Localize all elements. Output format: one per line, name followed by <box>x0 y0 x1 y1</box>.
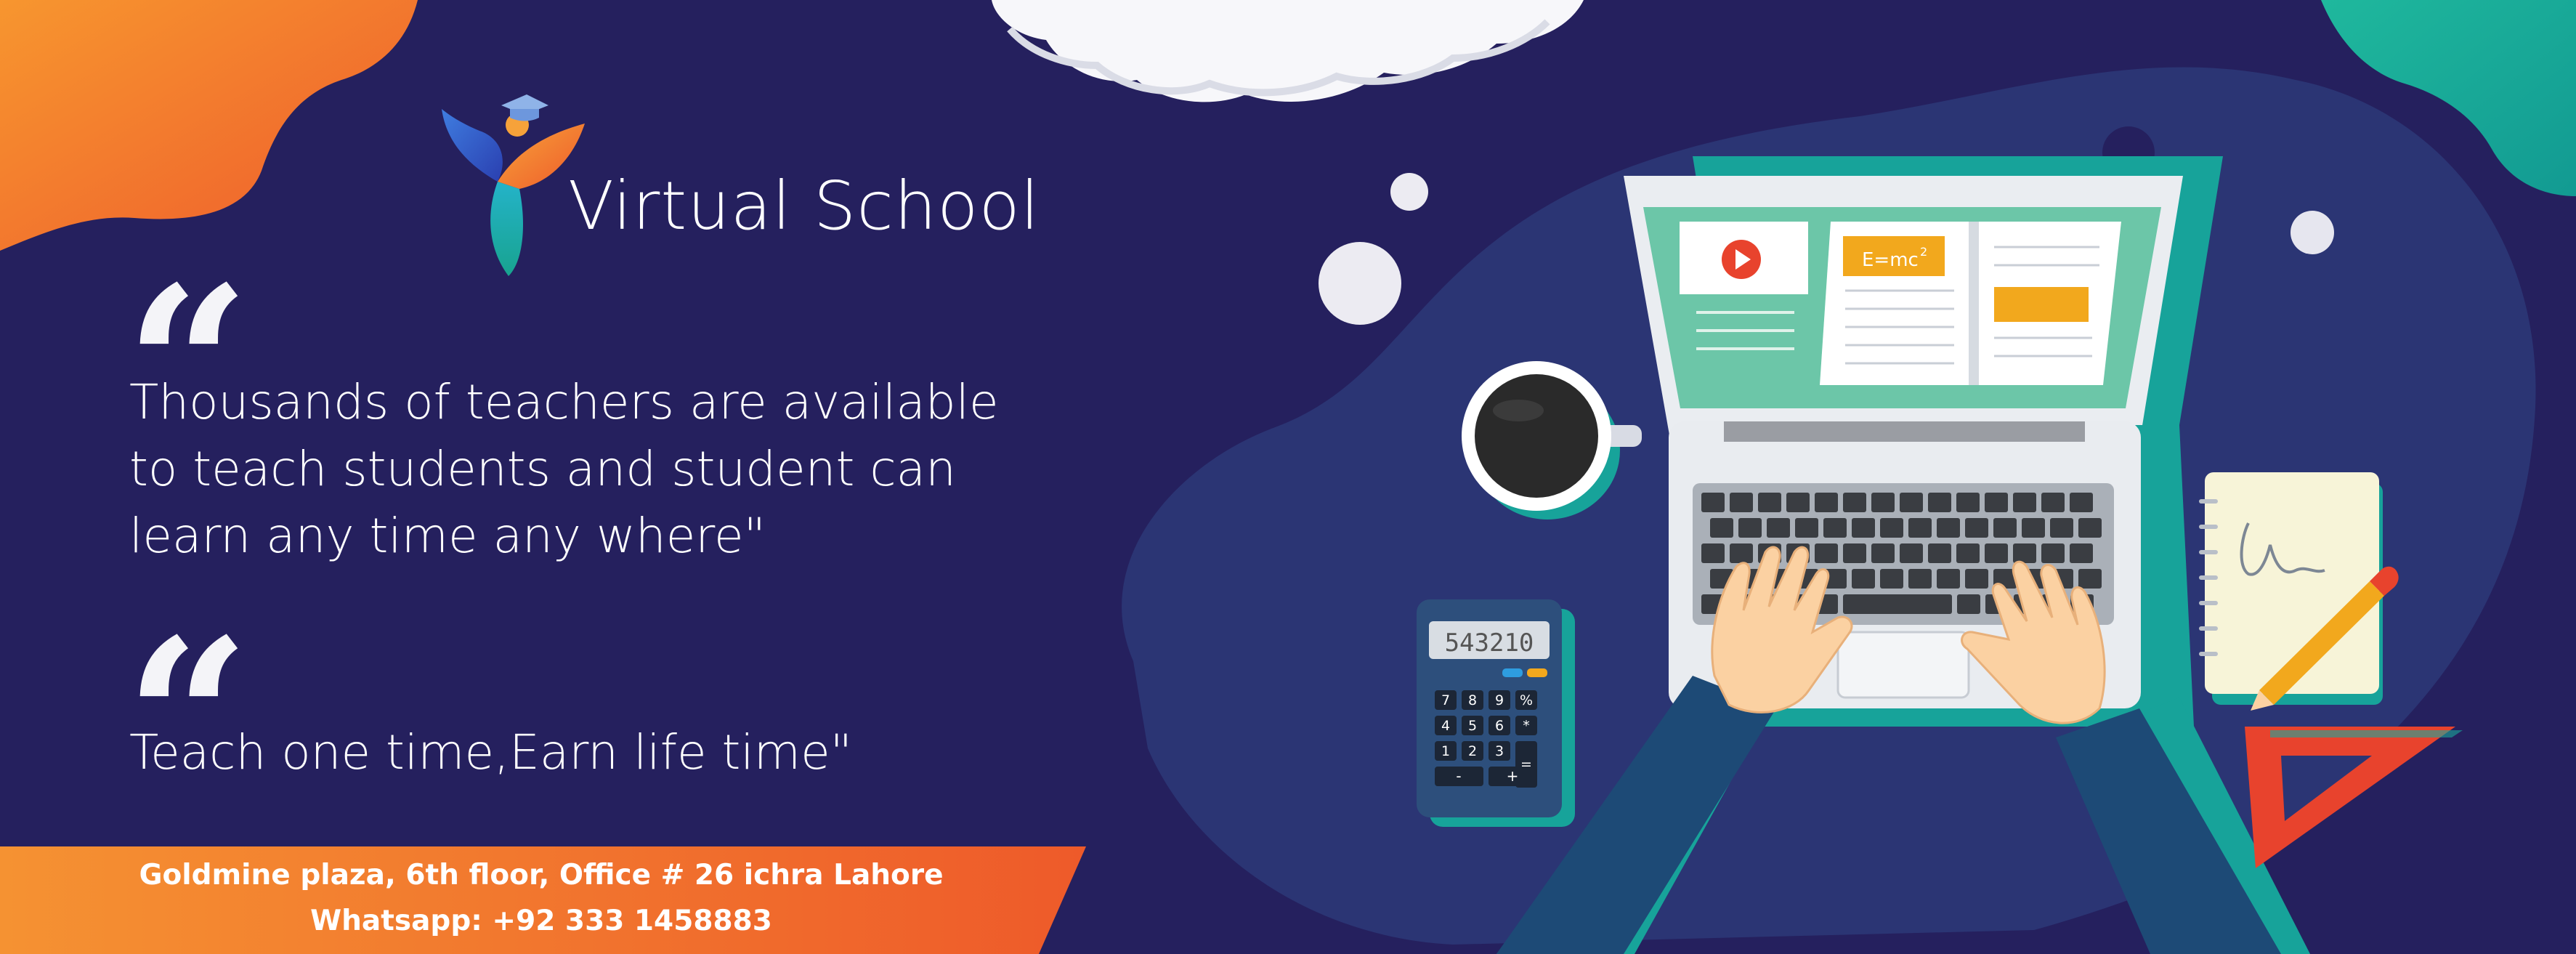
keyboard-key <box>1701 543 1725 563</box>
keyboard-key <box>1871 543 1895 563</box>
keyboard-key <box>2050 518 2073 538</box>
calculator-key-label: 8 <box>1468 692 1477 708</box>
keyboard-key <box>1928 493 1951 512</box>
keyboard-key <box>1815 543 1838 563</box>
quote-mark-icon: “ <box>125 610 251 734</box>
calculator-key-label: 6 <box>1495 718 1504 734</box>
keyboard-key <box>1823 518 1847 538</box>
keyboard-key <box>1815 493 1838 512</box>
keyboard-key <box>1852 518 1875 538</box>
brand-name: Virtual School <box>568 167 1040 245</box>
virtual-school-banner: Virtual School “ Thousands of teachers a… <box>0 0 2576 954</box>
keyboard-key <box>1730 493 1753 512</box>
keyboard-key <box>1957 594 1980 614</box>
keyboard-key <box>1843 543 1866 563</box>
keyboard-key <box>1880 569 1903 589</box>
keyboard-key <box>1993 518 2017 538</box>
screen-formula: E=mc <box>1862 249 1919 271</box>
keyboard-key <box>1956 493 1980 512</box>
keyboard-key <box>2078 518 2102 538</box>
calculator-key-label: 2 <box>1468 743 1477 759</box>
keyboard-key <box>1965 518 1988 538</box>
calculator-key-label: * <box>1523 718 1530 734</box>
keyboard-key <box>1880 518 1903 538</box>
graduate-figure-logo-icon <box>442 94 585 276</box>
calculator-key-label: + <box>1507 767 1519 785</box>
keyboard-key <box>2070 543 2093 563</box>
coffee-cup-icon <box>1462 361 1642 520</box>
keyboard-key <box>1900 543 1923 563</box>
keyboard-key <box>1767 518 1790 538</box>
calculator-key-label: 1 <box>1441 743 1450 759</box>
calculator-key-label: 9 <box>1495 692 1504 708</box>
keyboard-key <box>2078 569 2102 589</box>
keyboard-key <box>2013 493 2036 512</box>
keyboard-key <box>1956 543 1980 563</box>
screen-book: E=mc 2 <box>1820 222 2121 385</box>
keyboard-key <box>1843 493 1866 512</box>
set-square-ruler-icon <box>2245 727 2463 868</box>
footer-address: Goldmine plaza, 6th floor, Office # 26 i… <box>139 859 944 892</box>
keyboard-key <box>1965 569 1988 589</box>
keyboard-key <box>1795 518 1818 538</box>
calculator-display: 543210 <box>1445 628 1534 658</box>
keyboard-key <box>1786 493 1810 512</box>
keyboard-key <box>1937 518 1960 538</box>
calculator-key-label: - <box>1456 767 1461 785</box>
calculator-key-label: 3 <box>1495 743 1504 759</box>
calculator-key-label: 4 <box>1441 718 1450 734</box>
keyboard-key <box>1758 493 1781 512</box>
keyboard-key <box>1738 518 1762 538</box>
laptop-desk-illustration: 543210 7 8 9 %4 5 6 *1 2 3=- + E=mc 2 <box>1417 156 2463 954</box>
calculator-icon: 543210 <box>1417 599 1575 827</box>
quote-text-primary: Thousands of teachers are available to t… <box>129 374 999 564</box>
keyboard-key <box>1908 518 1932 538</box>
keyboard-key <box>1871 493 1895 512</box>
keyboard-key <box>1701 493 1725 512</box>
keyboard-key <box>2013 543 2036 563</box>
screen-formula-exponent: 2 <box>1920 245 1927 259</box>
keyboard-key <box>1937 569 1960 589</box>
keyboard-key <box>1928 543 1951 563</box>
screen-video-card <box>1680 222 1808 350</box>
footer-whatsapp: Whatsapp: +92 333 1458883 <box>310 905 772 937</box>
keyboard-key <box>1908 569 1932 589</box>
keyboard-key <box>2022 518 2045 538</box>
keyboard-key <box>1985 493 2008 512</box>
orange-corner-blob <box>0 0 418 251</box>
keyboard-key <box>1900 493 1923 512</box>
keyboard-key <box>2070 493 2093 512</box>
keyboard-key <box>1843 594 1952 614</box>
quote-mark-icon: “ <box>125 258 251 381</box>
keyboard-key <box>1852 569 1875 589</box>
keyboard-key <box>1710 518 1733 538</box>
laptop-hinge <box>1724 421 2085 442</box>
bubble-large <box>1319 242 1401 325</box>
calculator-key-label: % <box>1520 692 1533 708</box>
trackpad <box>1836 631 1970 699</box>
quote-text-secondary: Teach one time,Earn life time" <box>129 724 853 780</box>
keyboard-key <box>1730 543 1753 563</box>
calculator-key-label: 7 <box>1441 692 1450 708</box>
keyboard-key <box>2041 493 2065 512</box>
calculator-key-label: 5 <box>1468 718 1477 734</box>
keyboard-key <box>2041 543 2065 563</box>
keyboard-key <box>1985 543 2008 563</box>
